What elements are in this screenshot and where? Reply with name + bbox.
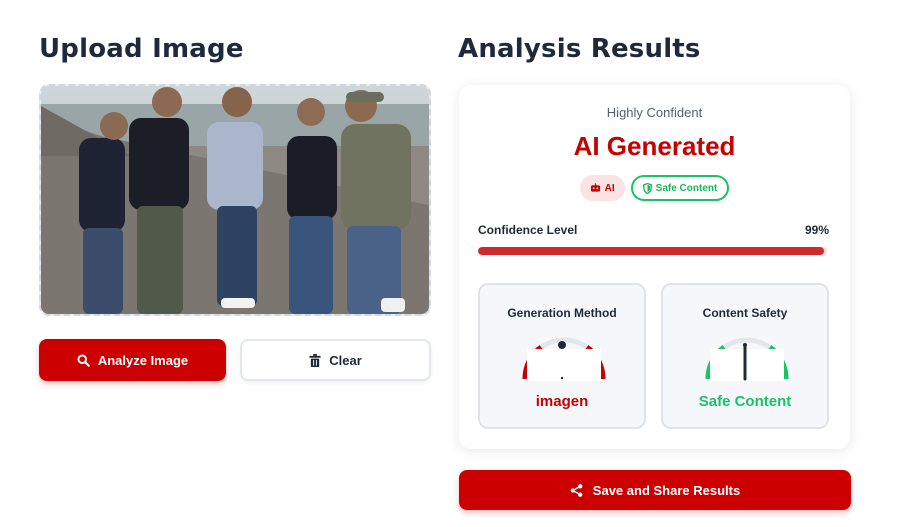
share-button-label: Save and Share Results: [592, 482, 741, 498]
analyze-image-button[interactable]: Analyze Image: [39, 339, 226, 381]
trash-icon: [309, 353, 321, 367]
safe-badge-label: Safe Content: [655, 182, 718, 194]
confidence-progress-fill: [478, 247, 824, 255]
confidence-descriptor: Highly Confident: [606, 105, 703, 120]
confidence-level-value: 99%: [804, 223, 829, 237]
content-safety-value: Safe Content: [698, 393, 792, 410]
results-section-title: Analysis Results: [458, 34, 701, 64]
uploaded-photo: [41, 86, 429, 314]
analysis-results-card: Highly Confident AI Generated AI Safe Co…: [459, 85, 850, 449]
upload-section-title: Upload Image: [39, 34, 244, 64]
content-safety-gauge: [705, 337, 789, 381]
clear-button-label: Clear: [329, 352, 362, 368]
content-safety-panel: Content Safety Safe Content: [661, 283, 829, 429]
image-upload-dropzone[interactable]: [39, 84, 431, 316]
save-share-results-button[interactable]: Save and Share Results: [459, 470, 851, 510]
ai-badge-label: AI: [604, 182, 615, 194]
confidence-progress-bar: [478, 247, 827, 255]
generation-method-value: imagen: [535, 393, 589, 410]
result-badges: AI Safe Content: [459, 175, 850, 201]
shield-icon: [642, 182, 652, 194]
safe-content-badge: Safe Content: [630, 175, 730, 201]
search-icon: [77, 353, 90, 367]
share-icon: [570, 483, 583, 497]
clear-button[interactable]: Clear: [240, 339, 431, 381]
generation-method-panel: Generation Method imagen: [478, 283, 646, 429]
ai-badge: AI: [579, 175, 625, 201]
robot-icon: [590, 183, 600, 192]
analyze-button-label: Analyze Image: [97, 352, 189, 368]
generation-method-gauge: [522, 337, 606, 381]
verdict-label: AI Generated: [573, 131, 736, 161]
content-safety-title: Content Safety: [702, 306, 788, 320]
generation-method-title: Generation Method: [507, 306, 617, 320]
confidence-level-label: Confidence Level: [478, 223, 578, 237]
